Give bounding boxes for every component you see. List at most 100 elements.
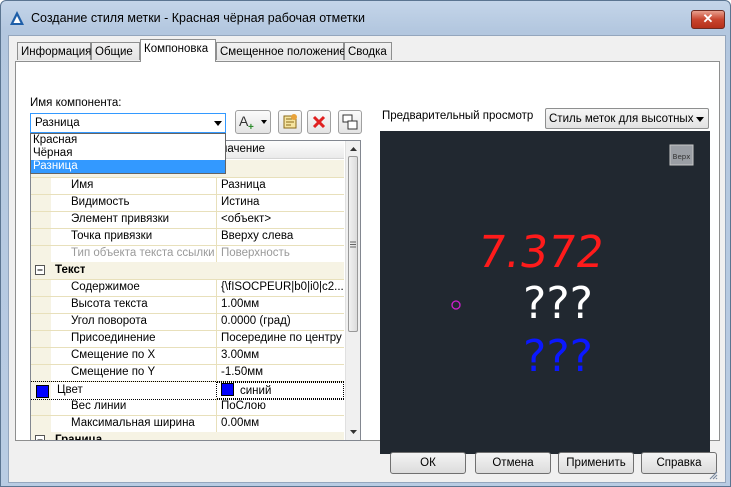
property-value[interactable]: ПоСлою: [216, 398, 344, 415]
property-name: Угол поворота: [71, 315, 147, 327]
component-name-value: Разница: [35, 117, 80, 129]
property-value[interactable]: 0.00мм: [216, 415, 344, 432]
delete-icon: [312, 115, 326, 129]
grid-property-row[interactable]: Высота текста 1.00мм: [31, 296, 344, 314]
cancel-button[interactable]: Отмена: [475, 452, 551, 474]
property-value[interactable]: 1.00мм: [216, 296, 344, 313]
ok-button[interactable]: ОК: [390, 452, 466, 474]
tab-info[interactable]: Информация: [17, 42, 91, 60]
property-value[interactable]: 0.0000 (град): [216, 313, 344, 330]
scroll-down-icon[interactable]: [346, 426, 361, 439]
grid-group-row[interactable]: Текст: [31, 262, 344, 280]
tab-offset-position[interactable]: Смещенное положение: [216, 42, 346, 60]
grid-group-label: Граница: [55, 434, 103, 441]
help-button[interactable]: Справка: [641, 452, 717, 474]
property-name: Тип объекта текста ссылки: [71, 247, 215, 259]
tab-summary[interactable]: Сводка: [344, 42, 392, 60]
dropdown-option-difference[interactable]: Разница: [31, 160, 225, 173]
component-name-combo[interactable]: Разница: [30, 113, 226, 133]
dialog-window: Создание стиля метки - Красная чёрная ра…: [0, 0, 731, 487]
add-text-component-icon: A +: [239, 113, 267, 133]
title-bar: Создание стиля метки - Красная чёрная ра…: [1, 1, 730, 35]
collapse-icon[interactable]: [35, 265, 46, 276]
resize-grip-icon[interactable]: [707, 469, 719, 481]
color-swatch-icon: [221, 383, 234, 396]
tab-general[interactable]: Общие: [91, 42, 140, 60]
view-cube-label: Верх: [673, 153, 691, 161]
property-value[interactable]: {\fISOCPEUR|b0|i0|c2...: [216, 279, 344, 296]
preview-style-combo[interactable]: Стиль меток для высотных: [545, 108, 709, 129]
property-name: Элемент привязки: [71, 213, 170, 225]
property-value[interactable]: Истина: [216, 194, 344, 211]
property-value[interactable]: -1.50мм: [216, 364, 344, 381]
property-name: Максимальная ширина: [71, 417, 195, 429]
dropdown-option-red[interactable]: Красная: [31, 134, 225, 147]
draw-order-button[interactable]: [338, 110, 362, 134]
chevron-down-icon: [696, 117, 704, 122]
scroll-grip-icon: [350, 241, 356, 248]
property-value[interactable]: синий: [216, 382, 344, 399]
scrollbar-thumb[interactable]: [348, 156, 358, 332]
grid-group-label: Текст: [55, 264, 86, 276]
grid-property-row[interactable]: Смещение по X 3.00мм: [31, 347, 344, 365]
preview-label: Предварительный просмотр: [382, 110, 534, 122]
grid-property-row[interactable]: Имя Разница: [31, 177, 344, 195]
property-name: Вес линии: [71, 400, 127, 412]
chevron-down-icon: [214, 121, 222, 126]
add-icon-plus: +: [248, 122, 254, 133]
property-name: Смещение по X: [71, 349, 156, 361]
preview-white-text: ???: [523, 278, 593, 329]
grid-group-row[interactable]: Граница: [31, 432, 344, 441]
anchor-point-marker: [451, 300, 461, 310]
component-name-label: Имя компонента:: [30, 97, 122, 109]
property-name: Видимость: [71, 196, 130, 208]
property-value[interactable]: <объект>: [216, 211, 344, 228]
delete-component-button[interactable]: [307, 110, 331, 134]
value-column-header: начение: [216, 141, 344, 158]
color-value-text: синий: [240, 385, 272, 397]
property-name: Точка привязки: [71, 230, 153, 242]
grid-property-row[interactable]: Элемент привязки <объект>: [31, 211, 344, 229]
property-grid[interactable]: начение ОбщиеИмяРазницаВидимостьИстинаЭл…: [30, 140, 361, 441]
layout-tab-pane: Имя компонента: Разница Красная Чёрная Р…: [15, 61, 720, 454]
grid-property-row[interactable]: Присоединение Посередине по центру: [31, 330, 344, 348]
add-component-button[interactable]: A +: [235, 110, 271, 134]
property-value[interactable]: Разница: [216, 177, 344, 194]
property-name: Имя: [71, 179, 94, 191]
preview-blue-text: ???: [523, 331, 593, 382]
preview-red-elevation-text: 7.372: [474, 227, 607, 278]
apply-button[interactable]: Применить: [558, 452, 634, 474]
property-name: Цвет: [57, 384, 83, 396]
grid-scrollbar[interactable]: [345, 141, 361, 440]
preview-style-value: Стиль меток для высотных: [549, 113, 694, 125]
grid-property-row[interactable]: Угол поворота 0.0000 (град): [31, 313, 344, 331]
dropdown-option-black[interactable]: Чёрная: [31, 147, 225, 160]
tab-layout[interactable]: Компоновка: [140, 39, 216, 62]
property-value[interactable]: Посередине по центру: [216, 330, 344, 347]
civil3d-app-icon: [10, 11, 24, 25]
preview-canvas: Верх 7.372 ??? ???: [380, 131, 710, 454]
component-dropdown-list: Красная Чёрная Разница: [30, 133, 226, 174]
property-value[interactable]: Вверху слева: [216, 228, 344, 245]
copy-component-button[interactable]: [278, 110, 302, 134]
scroll-up-icon[interactable]: [346, 142, 361, 155]
property-name: Высота текста: [71, 298, 148, 310]
grid-property-row[interactable]: Вес линии ПоСлою: [31, 398, 344, 416]
grid-property-row[interactable]: Точка привязки Вверху слева: [31, 228, 344, 246]
property-name: Содержимое: [71, 281, 140, 293]
collapse-icon[interactable]: [35, 435, 46, 441]
property-value[interactable]: 3.00мм: [216, 347, 344, 364]
close-button[interactable]: ✕: [691, 10, 725, 29]
grid-property-row[interactable]: Содержимое {\fISOCPEUR|b0|i0|c2...: [31, 279, 344, 297]
grid-property-row[interactable]: Видимость Истина: [31, 194, 344, 212]
property-name: Смещение по Y: [71, 366, 156, 378]
property-value[interactable]: Поверхность: [216, 245, 344, 262]
dialog-client: Информация Общие Компоновка Смещенное по…: [8, 35, 726, 483]
preview-drawing: Верх 7.372 ??? ???: [451, 144, 694, 382]
property-name: Присоединение: [71, 332, 156, 344]
window-title: Создание стиля метки - Красная чёрная ра…: [31, 11, 365, 25]
grid-property-row[interactable]: Максимальная ширина 0.00мм: [31, 415, 344, 433]
grid-property-row[interactable]: Тип объекта текста ссылки Поверхность: [31, 245, 344, 263]
copy-component-icon: [283, 114, 297, 129]
grid-property-row[interactable]: Смещение по Y -1.50мм: [31, 364, 344, 382]
